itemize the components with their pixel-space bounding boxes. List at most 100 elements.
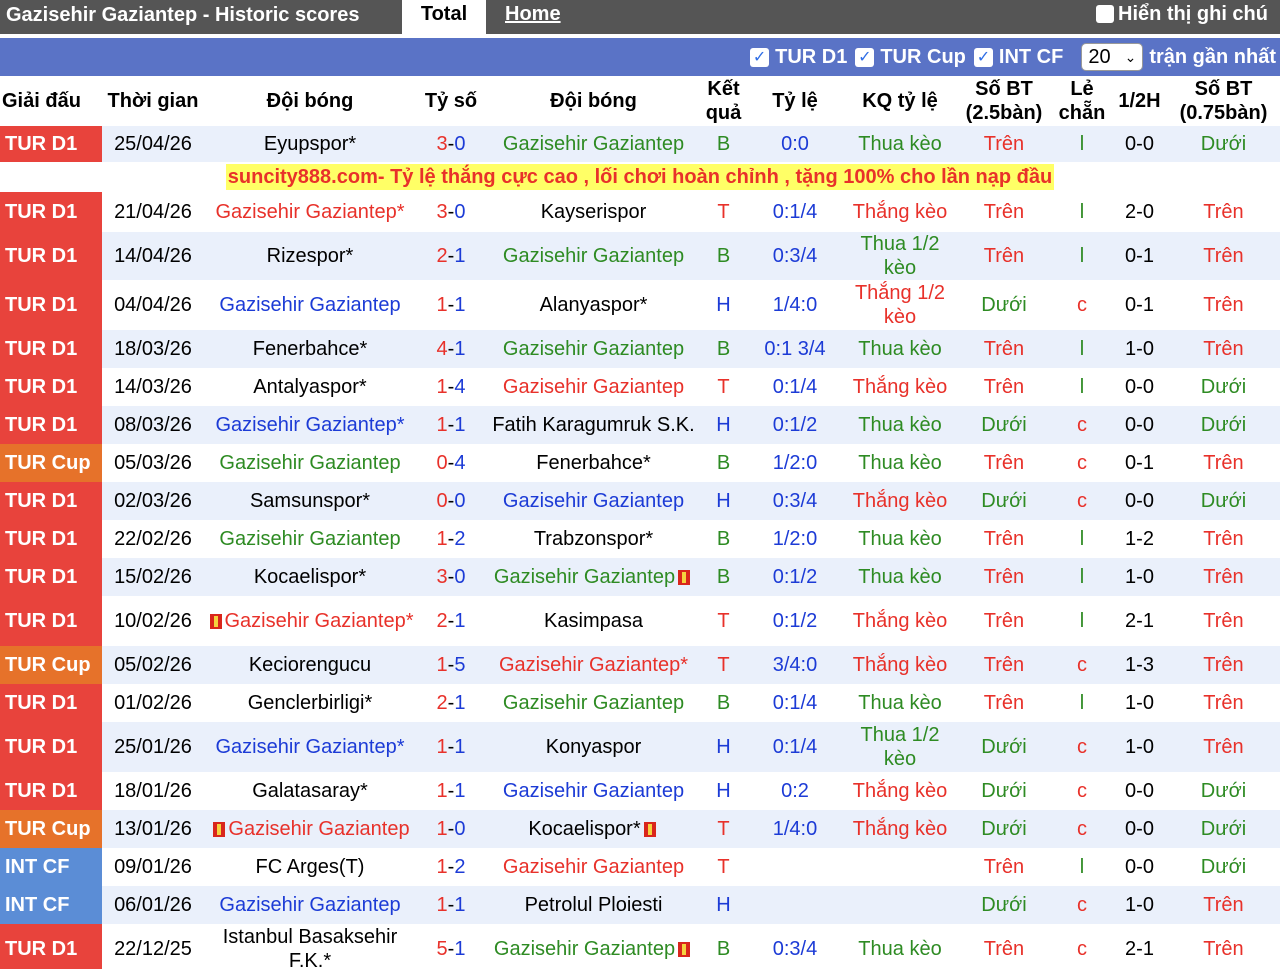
league-badge[interactable]: INT CF: [0, 848, 102, 886]
league-badge[interactable]: INT CF: [0, 886, 102, 924]
score[interactable]: 1-1: [416, 406, 486, 444]
score[interactable]: 1-0: [416, 810, 486, 848]
filter-int-cf[interactable]: ✓ INT CF: [973, 46, 1063, 69]
league-badge[interactable]: TUR D1: [0, 558, 102, 596]
league-badge[interactable]: TUR D1: [0, 232, 102, 280]
home-team[interactable]: Genclerbirligi*: [204, 684, 416, 722]
home-team[interactable]: Samsunspor*: [204, 482, 416, 520]
home-team[interactable]: Rizespor*: [204, 232, 416, 280]
league-badge[interactable]: TUR D1: [0, 772, 102, 810]
check-icon[interactable]: ✓: [973, 47, 993, 67]
away-team[interactable]: Konyaspor: [486, 722, 701, 772]
score[interactable]: 1-1: [416, 886, 486, 924]
league-badge[interactable]: TUR D1: [0, 924, 102, 969]
score[interactable]: 2-1: [416, 232, 486, 280]
show-notes-checkbox[interactable]: [1096, 5, 1114, 23]
table-row[interactable]: TUR D1 10/02/26 Gazisehir Gaziantep* 2-1 Kas…: [0, 596, 1280, 646]
league-badge[interactable]: TUR D1: [0, 684, 102, 722]
score[interactable]: 1-2: [416, 848, 486, 886]
tab-home[interactable]: Home: [505, 0, 561, 34]
table-row[interactable]: TUR D1 04/04/26 Gazisehir Gaziantep 1-1 Alan…: [0, 280, 1280, 330]
score[interactable]: 0-0: [416, 482, 486, 520]
score[interactable]: 5-1: [416, 924, 486, 969]
score[interactable]: 2-1: [416, 684, 486, 722]
away-team[interactable]: Fenerbahce*: [486, 444, 701, 482]
home-team[interactable]: Antalyaspor*: [204, 368, 416, 406]
league-badge[interactable]: TUR D1: [0, 330, 102, 368]
score[interactable]: 1-5: [416, 646, 486, 684]
table-row[interactable]: TUR D1 01/02/26 Genclerbirligi* 2-1 Gazisehi…: [0, 684, 1280, 722]
away-team[interactable]: Kayserispor: [486, 192, 701, 232]
league-badge[interactable]: TUR Cup: [0, 810, 102, 848]
league-badge[interactable]: TUR D1: [0, 482, 102, 520]
table-row[interactable]: TUR D1 25/01/26 Gazisehir Gaziantep* 1-1 Kon…: [0, 722, 1280, 772]
tab-total[interactable]: Total: [402, 0, 486, 38]
score[interactable]: 1-2: [416, 520, 486, 558]
away-team[interactable]: Gazisehir Gaziantep: [486, 126, 701, 162]
away-team[interactable]: Gazisehir Gaziantep: [486, 924, 701, 969]
home-team[interactable]: Gazisehir Gaziantep: [204, 280, 416, 330]
away-team[interactable]: Gazisehir Gaziantep: [486, 558, 701, 596]
score[interactable]: 3-0: [416, 192, 486, 232]
home-team[interactable]: Gazisehir Gaziantep*: [204, 406, 416, 444]
league-badge[interactable]: TUR D1: [0, 596, 102, 646]
home-team[interactable]: Kocaelispor*: [204, 558, 416, 596]
table-row[interactable]: INT CF 06/01/26 Gazisehir Gaziantep 1-1 Petr…: [0, 886, 1280, 924]
ad-banner[interactable]: suncity888.com- Tỷ lệ thắng cực cao , lố…: [225, 164, 1055, 190]
away-team[interactable]: Petrolul Ploiesti: [486, 886, 701, 924]
home-team[interactable]: Gazisehir Gaziantep: [204, 444, 416, 482]
table-row[interactable]: TUR D1 02/03/26 Samsunspor* 0-0 Gazisehir Ga…: [0, 482, 1280, 520]
table-row[interactable]: TUR D1 18/01/26 Galatasaray* 1-1 Gazisehir G…: [0, 772, 1280, 810]
table-row[interactable]: TUR D1 14/04/26 Rizespor* 2-1 Gazisehir Gazi…: [0, 232, 1280, 280]
away-team[interactable]: Gazisehir Gaziantep: [486, 368, 701, 406]
away-team[interactable]: Gazisehir Gaziantep: [486, 330, 701, 368]
table-row[interactable]: TUR D1 18/03/26 Fenerbahce* 4-1 Gazisehir Ga…: [0, 330, 1280, 368]
league-badge[interactable]: TUR Cup: [0, 646, 102, 684]
score[interactable]: 4-1: [416, 330, 486, 368]
away-team[interactable]: Gazisehir Gaziantep: [486, 232, 701, 280]
home-team[interactable]: Gazisehir Gaziantep: [204, 520, 416, 558]
league-badge[interactable]: TUR D1: [0, 722, 102, 772]
away-team[interactable]: Kasimpasa: [486, 596, 701, 646]
away-team[interactable]: Fatih Karagumruk S.K.: [486, 406, 701, 444]
away-team[interactable]: Gazisehir Gaziantep: [486, 848, 701, 886]
score[interactable]: 1-1: [416, 722, 486, 772]
filter-tur-d1[interactable]: ✓ TUR D1: [750, 46, 847, 69]
check-icon[interactable]: ✓: [750, 47, 770, 67]
home-team[interactable]: Gazisehir Gaziantep: [204, 810, 416, 848]
away-team[interactable]: Gazisehir Gaziantep: [486, 482, 701, 520]
table-row[interactable]: INT CF 09/01/26 FC Arges(T) 1-2 Gazisehir Ga…: [0, 848, 1280, 886]
league-badge[interactable]: TUR D1: [0, 126, 102, 162]
home-team[interactable]: Fenerbahce*: [204, 330, 416, 368]
away-team[interactable]: Gazisehir Gaziantep: [486, 684, 701, 722]
home-team[interactable]: Galatasaray*: [204, 772, 416, 810]
away-team[interactable]: Kocaelispor*: [486, 810, 701, 848]
table-row[interactable]: TUR Cup 05/02/26 Keciorengucu 1-5 Gazisehir …: [0, 646, 1280, 684]
score[interactable]: 1-1: [416, 772, 486, 810]
table-row[interactable]: TUR D1 15/02/26 Kocaelispor* 3-0 Gazisehir G…: [0, 558, 1280, 596]
home-team[interactable]: Eyupspor*: [204, 126, 416, 162]
home-team[interactable]: FC Arges(T): [204, 848, 416, 886]
league-badge[interactable]: TUR D1: [0, 368, 102, 406]
home-team[interactable]: Gazisehir Gaziantep*: [204, 722, 416, 772]
score[interactable]: 3-0: [416, 126, 486, 162]
home-team[interactable]: Keciorengucu: [204, 646, 416, 684]
league-badge[interactable]: TUR Cup: [0, 444, 102, 482]
league-badge[interactable]: TUR D1: [0, 406, 102, 444]
away-team[interactable]: Alanyaspor*: [486, 280, 701, 330]
table-row[interactable]: TUR D1 25/04/26 Eyupspor* 3-0 Gazisehir Gazi…: [0, 126, 1280, 162]
score[interactable]: 1-4: [416, 368, 486, 406]
league-badge[interactable]: TUR D1: [0, 520, 102, 558]
show-notes-toggle[interactable]: Hiển thị ghi chú: [1096, 2, 1268, 26]
check-icon[interactable]: ✓: [855, 47, 875, 67]
table-row[interactable]: TUR Cup 13/01/26 Gazisehir Gaziantep 1-0 Koc…: [0, 810, 1280, 848]
score[interactable]: 3-0: [416, 558, 486, 596]
table-row[interactable]: TUR D1 21/04/26 Gazisehir Gaziantep* 3-0 Kay…: [0, 192, 1280, 232]
league-badge[interactable]: TUR D1: [0, 192, 102, 232]
away-team[interactable]: Gazisehir Gaziantep*: [486, 646, 701, 684]
table-row[interactable]: TUR D1 22/02/26 Gazisehir Gaziantep 1-2 Trab…: [0, 520, 1280, 558]
home-team[interactable]: Istanbul Basaksehir F.K.*: [204, 924, 416, 969]
home-team[interactable]: Gazisehir Gaziantep: [204, 886, 416, 924]
filter-tur-cup[interactable]: ✓ TUR Cup: [855, 46, 966, 69]
table-row[interactable]: TUR D1 08/03/26 Gazisehir Gaziantep* 1-1 Fat…: [0, 406, 1280, 444]
